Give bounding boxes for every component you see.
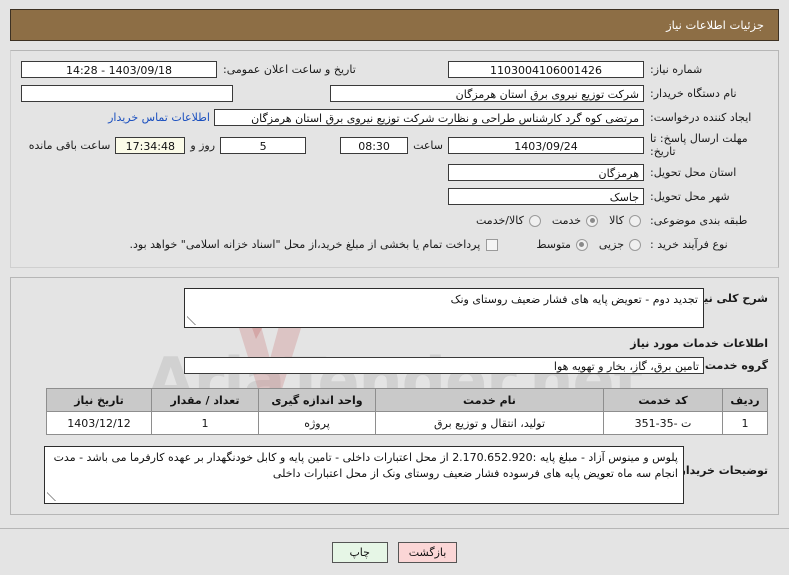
field-blank[interactable] — [21, 85, 233, 102]
row-creator: ایجاد کننده درخواست: مرتضی کوه گرد کارشن… — [21, 108, 768, 127]
services-table: ردیف کد خدمت نام خدمت واحد اندازه گیری ت… — [46, 388, 768, 435]
need-info-panel: شماره نیاز: 1103004106001426 تاریخ و ساع… — [10, 50, 779, 268]
label-process-type: نوع فرآیند خرید : — [650, 238, 728, 251]
label-remaining-suffix: ساعت باقی مانده — [28, 138, 111, 152]
table-header-row: ردیف کد خدمت نام خدمت واحد اندازه گیری ت… — [46, 388, 768, 412]
row-province: استان محل تحویل: هرمزگان — [21, 163, 768, 182]
table-row[interactable]: 1 ت -35-351 تولید، انتقال و توزیع برق پر… — [46, 411, 768, 435]
label-category-kala: کالا — [609, 214, 624, 227]
field-hours-remaining[interactable]: 17:34:48 — [115, 136, 186, 154]
field-city[interactable]: جاسک — [448, 188, 644, 205]
th-service-name: نام خدمت — [375, 388, 604, 412]
th-index: ردیف — [722, 388, 768, 412]
cell-service-code: ت -35-351 — [603, 411, 723, 435]
label-treasury-note: پرداخت تمام یا بخشی از مبلغ خرید،از محل … — [129, 238, 481, 251]
cell-need-date: 1403/12/12 — [46, 411, 152, 435]
row-buyer-org: نام دستگاه خریدار: شرکت توزیع نیروی برق … — [21, 84, 768, 103]
label-buyer-notes: توضیحات خریدار: — [675, 464, 768, 477]
label-category-khedmat: خدمت — [551, 214, 582, 227]
label-province: استان محل تحویل: — [650, 166, 737, 179]
field-need-number[interactable]: 1103004106001426 — [448, 61, 644, 78]
services-section-title: اطلاعات خدمات مورد نیاز — [630, 337, 768, 350]
cell-service-name: تولید، انتقال و توزیع برق — [375, 411, 604, 435]
label-process-jozii: جزیی — [598, 238, 624, 251]
radio-category-kala[interactable] — [629, 214, 641, 227]
label-process-motavasset: متوسط — [536, 238, 571, 251]
label-service-group: گروه خدمت: — [700, 359, 768, 372]
label-city: شهر محل تحویل: — [650, 190, 730, 203]
label-buyer-org: نام دستگاه خریدار: — [650, 87, 737, 100]
field-creator[interactable]: مرتضی کوه گرد کارشناس طراحی و نظارت شرکت… — [214, 109, 644, 126]
label-time: ساعت — [413, 138, 443, 152]
field-service-group[interactable]: تامین برق، گاز، بخار و تهویه هوا — [184, 357, 704, 374]
th-quantity: تعداد / مقدار — [151, 388, 259, 412]
row-need-number: شماره نیاز: 1103004106001426 تاریخ و ساع… — [21, 60, 768, 79]
label-category-kala-khedmat: کالا/خدمت — [476, 214, 524, 227]
field-province[interactable]: هرمزگان — [448, 164, 644, 181]
label-category: طبقه بندی موضوعی: — [650, 214, 748, 227]
print-button[interactable]: چاپ — [331, 541, 388, 563]
need-description-panel: شرح کلی نیاز: تجدید دوم - تعویض پایه های… — [10, 277, 779, 515]
radio-process-motavasset[interactable] — [575, 238, 588, 251]
label-need-number: شماره نیاز: — [650, 63, 703, 76]
label-creator: ایجاد کننده درخواست: — [650, 111, 752, 124]
th-service-code: کد خدمت — [603, 388, 723, 412]
field-days-remaining[interactable]: 5 — [220, 136, 307, 154]
footer-actions: بازگشت چاپ — [0, 528, 789, 575]
radio-category-kala-khedmat[interactable] — [528, 214, 541, 227]
field-buyer-org[interactable]: شرکت توزیع نیروی برق استان هرمزگان — [330, 85, 644, 102]
row-city: شهر محل تحویل: جاسک — [21, 187, 768, 206]
buyer-contact-link[interactable]: اطلاعات تماس خریدار — [104, 111, 214, 124]
cell-unit: پروژه — [258, 411, 376, 435]
field-buyer-notes[interactable]: پلوس و مینوس آزاد - مبلغ پایه :2.170.652… — [44, 446, 684, 504]
page-header: جزئیات اطلاعات نیاز — [10, 9, 779, 41]
field-public-announce[interactable]: 1403/09/18 - 14:28 — [21, 61, 217, 78]
row-deadline: مهلت ارسال پاسخ: تا تاریخ: 1403/09/24 سا… — [21, 132, 768, 158]
page-title: جزئیات اطلاعات نیاز — [666, 18, 764, 32]
th-need-date: تاریخ نیاز — [46, 388, 152, 412]
label-general-description: شرح کلی نیاز: — [689, 292, 768, 305]
checkbox-treasury-documents[interactable] — [486, 238, 499, 251]
cell-index: 1 — [722, 411, 768, 435]
row-process-type: نوع فرآیند خرید : جزیی متوسط پرداخت تمام… — [21, 235, 768, 254]
th-unit: واحد اندازه گیری — [258, 388, 376, 412]
label-deadline: مهلت ارسال پاسخ: تا تاریخ: — [650, 132, 748, 158]
back-button[interactable]: بازگشت — [397, 541, 458, 563]
field-deadline-date[interactable]: 1403/09/24 — [448, 136, 644, 154]
cell-quantity: 1 — [151, 411, 259, 435]
label-public-announce: تاریخ و ساعت اعلان عمومی: — [223, 63, 356, 76]
row-category: طبقه بندی موضوعی: کالا خدمت کالا/خدمت — [21, 211, 768, 230]
field-general-description[interactable]: تجدید دوم - تعویض پایه های فشار ضعیف روس… — [184, 288, 704, 328]
label-days-word: روز و — [190, 138, 216, 152]
radio-category-khedmat[interactable] — [586, 214, 599, 227]
radio-process-jozii[interactable] — [629, 238, 641, 251]
field-deadline-time[interactable]: 08:30 — [340, 136, 409, 154]
